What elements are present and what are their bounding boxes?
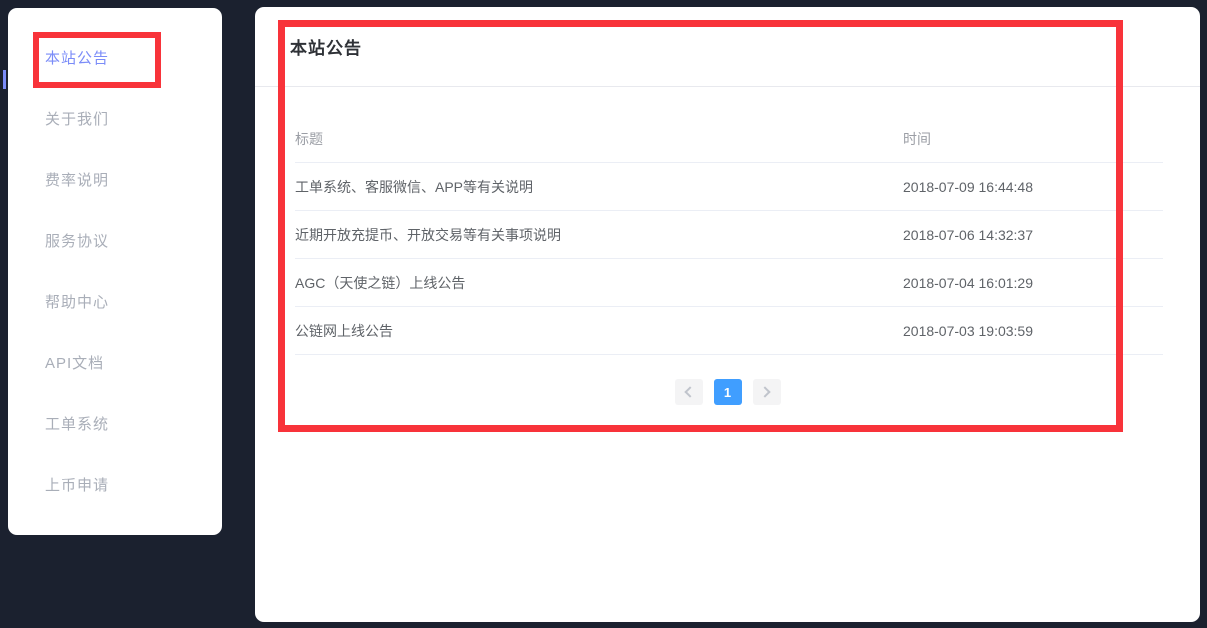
title-divider [255, 86, 1200, 87]
page-number-button[interactable]: 1 [714, 379, 742, 405]
announcement-time: 2018-07-04 16:01:29 [903, 259, 1163, 306]
announcements-table: 标题 时间 工单系统、客服微信、APP等有关说明 2018-07-09 16:4… [295, 115, 1163, 355]
announcements-panel: 本站公告 标题 时间 工单系统、客服微信、APP等有关说明 2018-07-09… [255, 7, 1200, 622]
announcement-title: 近期开放充提币、开放交易等有关事项说明 [295, 211, 903, 258]
table-header-row: 标题 时间 [295, 115, 1163, 163]
chevron-left-icon [684, 386, 695, 397]
sidebar-item-ticket-system[interactable]: 工单系统 [8, 394, 222, 455]
sidebar-item-listing-application[interactable]: 上币申请 [8, 455, 222, 516]
sidebar-item-label: 服务协议 [45, 233, 109, 250]
chevron-right-icon [759, 386, 770, 397]
prev-page-button[interactable] [675, 379, 703, 405]
sidebar-item-label: 关于我们 [45, 111, 109, 128]
column-header-time: 时间 [903, 115, 1163, 162]
pagination: 1 [255, 379, 1200, 405]
sidebar-item-fee-description[interactable]: 费率说明 [8, 150, 222, 211]
column-header-title: 标题 [295, 115, 903, 162]
sidebar-item-announcements[interactable]: 本站公告 [8, 28, 222, 89]
active-item-indicator [3, 70, 6, 89]
announcement-title: 公链网上线公告 [295, 307, 903, 354]
sidebar-item-label: 上币申请 [45, 477, 109, 494]
sidebar-item-help-center[interactable]: 帮助中心 [8, 272, 222, 333]
page-title: 本站公告 [290, 34, 362, 59]
sidebar-item-label: 工单系统 [45, 416, 109, 433]
announcement-title: 工单系统、客服微信、APP等有关说明 [295, 163, 903, 210]
sidebar-item-label: 费率说明 [45, 172, 109, 189]
sidebar-item-service-agreement[interactable]: 服务协议 [8, 211, 222, 272]
table-row[interactable]: AGC（天使之链）上线公告 2018-07-04 16:01:29 [295, 259, 1163, 307]
sidebar-item-label: API文档 [45, 355, 104, 372]
sidebar-item-label: 帮助中心 [45, 294, 109, 311]
table-row[interactable]: 工单系统、客服微信、APP等有关说明 2018-07-09 16:44:48 [295, 163, 1163, 211]
sidebar-item-about-us[interactable]: 关于我们 [8, 89, 222, 150]
next-page-button[interactable] [753, 379, 781, 405]
sidebar-item-api-docs[interactable]: API文档 [8, 333, 222, 394]
announcement-title: AGC（天使之链）上线公告 [295, 259, 903, 306]
sidebar-item-label: 本站公告 [45, 50, 109, 67]
table-row[interactable]: 公链网上线公告 2018-07-03 19:03:59 [295, 307, 1163, 355]
announcement-time: 2018-07-09 16:44:48 [903, 163, 1163, 210]
table-row[interactable]: 近期开放充提币、开放交易等有关事项说明 2018-07-06 14:32:37 [295, 211, 1163, 259]
announcement-time: 2018-07-06 14:32:37 [903, 211, 1163, 258]
announcement-time: 2018-07-03 19:03:59 [903, 307, 1163, 354]
sidebar: 本站公告 关于我们 费率说明 服务协议 帮助中心 API文档 工单系统 上币申请 [8, 8, 222, 535]
